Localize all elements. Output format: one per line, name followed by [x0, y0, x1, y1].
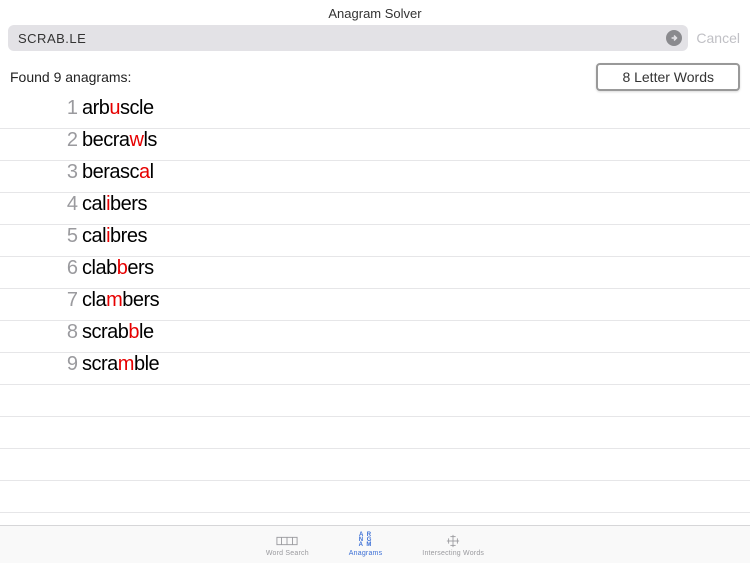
intersecting-icon	[441, 533, 465, 549]
list-item-empty	[0, 481, 750, 513]
list-item[interactable]: 4calibers	[0, 193, 750, 225]
row-number: 1	[60, 97, 78, 120]
row-number: 3	[60, 161, 78, 184]
row-number: 8	[60, 321, 78, 344]
row-word: scramble	[82, 353, 159, 376]
list-item[interactable]: 2becrawls	[0, 129, 750, 161]
tab-label: Word Search	[266, 550, 309, 557]
row-word: arbuscle	[82, 97, 154, 120]
list-item[interactable]: 3berascal	[0, 161, 750, 193]
row-word: calibres	[82, 225, 147, 248]
tab-label: Anagrams	[349, 550, 383, 557]
row-number: 5	[60, 225, 78, 248]
results-count: Found 9 anagrams:	[10, 69, 131, 85]
row-word: clabbers	[82, 257, 154, 280]
list-item[interactable]: 5calibres	[0, 225, 750, 257]
row-number: 2	[60, 129, 78, 152]
results-list: 1arbuscle2becrawls3berascal4calibers5cal…	[0, 97, 750, 513]
row-word: becrawls	[82, 129, 157, 152]
row-number: 4	[60, 193, 78, 216]
search-field[interactable]	[8, 25, 688, 51]
tab-word-search[interactable]: Word Search	[266, 533, 309, 557]
row-word: scrabble	[82, 321, 154, 344]
list-item-empty	[0, 417, 750, 449]
tab-intersecting-words[interactable]: Intersecting Words	[422, 533, 484, 557]
tab-anagrams[interactable]: A RN GA M Anagrams	[349, 533, 383, 557]
cancel-button[interactable]: Cancel	[696, 30, 742, 46]
row-word: berascal	[82, 161, 154, 184]
list-item[interactable]: 1arbuscle	[0, 97, 750, 129]
anagram-icon: A RN GA M	[354, 533, 378, 549]
page-title: Anagram Solver	[0, 0, 750, 25]
list-item-empty	[0, 449, 750, 481]
tab-label: Intersecting Words	[422, 550, 484, 557]
list-item[interactable]: 8scrabble	[0, 321, 750, 353]
search-row: Cancel	[0, 25, 750, 57]
row-number: 6	[60, 257, 78, 280]
list-item[interactable]: 7clambers	[0, 289, 750, 321]
tab-bar: Word Search A RN GA M Anagrams Intersect…	[0, 525, 750, 563]
word-length-filter-button[interactable]: 8 Letter Words	[596, 63, 740, 91]
word-search-icon	[275, 533, 299, 549]
list-item[interactable]: 6clabbers	[0, 257, 750, 289]
clear-icon[interactable]	[666, 30, 682, 46]
info-row: Found 9 anagrams: 8 Letter Words	[0, 57, 750, 95]
search-input[interactable]	[18, 31, 666, 46]
list-item-empty	[0, 385, 750, 417]
row-word: calibers	[82, 193, 147, 216]
row-number: 9	[60, 353, 78, 376]
row-number: 7	[60, 289, 78, 312]
list-item[interactable]: 9scramble	[0, 353, 750, 385]
row-word: clambers	[82, 289, 159, 312]
